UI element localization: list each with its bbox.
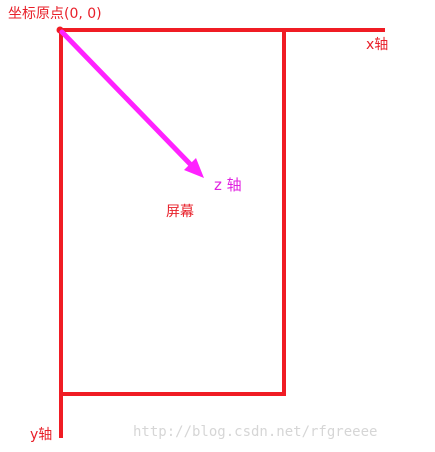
- x-axis-label: x轴: [366, 37, 389, 53]
- y-axis-label: y轴: [30, 427, 53, 443]
- z-axis-arrow-shaft: [59, 29, 195, 169]
- screen-label: 屏幕: [166, 204, 194, 220]
- origin-label: 坐标原点(0, 0): [8, 6, 102, 22]
- z-axis-label: z 轴: [214, 176, 242, 194]
- watermark-text: http://blog.csdn.net/rfgreeee: [133, 424, 378, 440]
- diagram-canvas: 坐标原点(0, 0) x轴 y轴 z 轴 屏幕 http://blog.csdn…: [0, 0, 435, 452]
- coordinate-diagram: [56, 26, 385, 438]
